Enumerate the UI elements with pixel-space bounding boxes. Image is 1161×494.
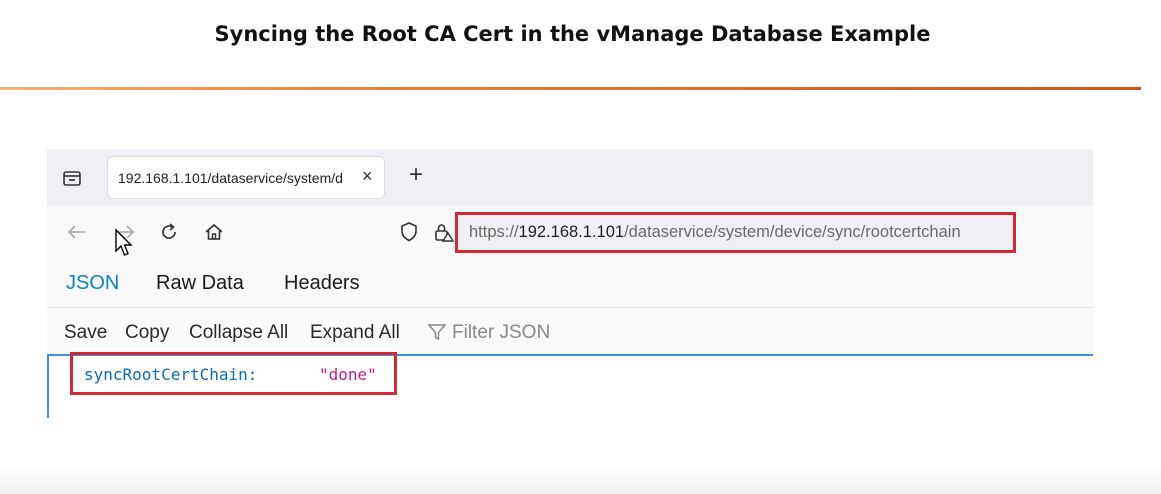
lock-warning-icon[interactable] — [431, 220, 455, 244]
tab-bar: 192.168.1.101/dataservice/system/d × + — [47, 149, 1093, 206]
bottom-fade — [0, 466, 1161, 494]
new-tab-button[interactable]: + — [409, 163, 423, 187]
title-divider — [0, 87, 1141, 90]
tab-title: 192.168.1.101/dataservice/system/d — [118, 170, 343, 186]
tab-raw-data[interactable]: Raw Data — [156, 272, 244, 295]
url-highlight-box — [455, 212, 1016, 253]
filter-json-input[interactable]: Filter JSON — [452, 322, 550, 344]
browser-tab[interactable]: 192.168.1.101/dataservice/system/d × — [107, 156, 385, 199]
close-tab-icon[interactable]: × — [362, 166, 373, 187]
shield-icon[interactable] — [397, 220, 421, 244]
tab-headers[interactable]: Headers — [284, 272, 360, 295]
reload-icon[interactable] — [157, 220, 181, 244]
copy-button[interactable]: Copy — [125, 322, 169, 344]
save-button[interactable]: Save — [64, 322, 107, 344]
expand-all-button[interactable]: Expand All — [310, 322, 400, 344]
tab-json[interactable]: JSON — [66, 272, 119, 295]
slide-title: Syncing the Root CA Cert in the vManage … — [214, 22, 931, 46]
collapse-all-button[interactable]: Collapse All — [189, 322, 288, 344]
tab-list-icon[interactable] — [61, 167, 83, 189]
json-viewer-tabs: JSON Raw Data Headers — [47, 258, 1093, 308]
json-highlight-box — [70, 352, 397, 395]
content-border-left — [47, 354, 49, 418]
home-icon[interactable] — [202, 220, 226, 244]
json-toolbar: Save Copy Collapse All Expand All Filter… — [47, 308, 1093, 354]
mouse-cursor-icon — [115, 228, 133, 256]
back-arrow-icon[interactable] — [65, 220, 89, 244]
filter-icon — [427, 324, 447, 341]
